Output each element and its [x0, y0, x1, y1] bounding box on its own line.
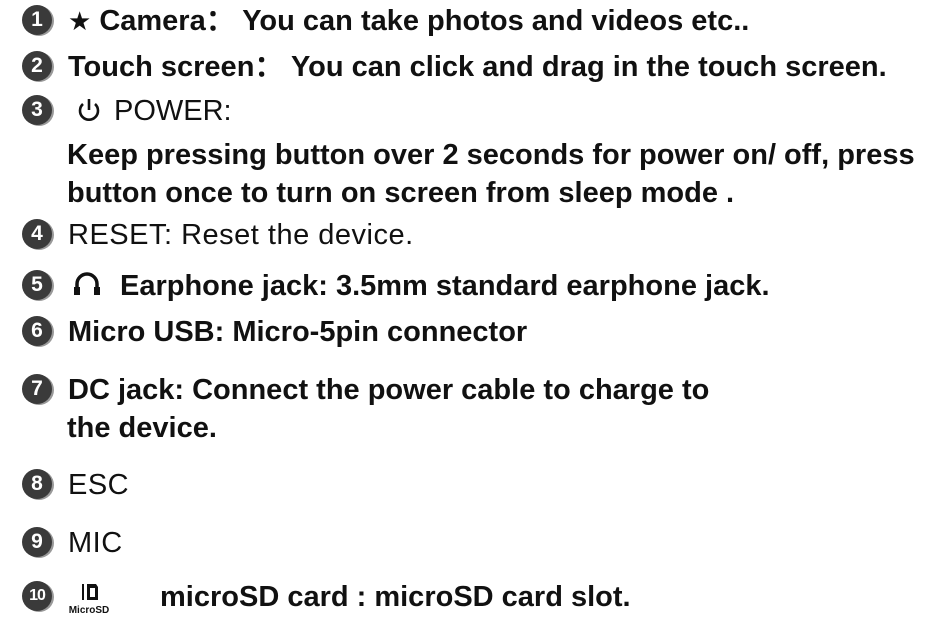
- item-number: 2: [22, 51, 52, 81]
- power-detail-line-2: button once to turn on screen from sleep…: [67, 177, 735, 209]
- item-number: 5: [22, 270, 52, 300]
- dc-jack-description: DC jack: Connect the power cable to char…: [68, 374, 710, 406]
- dc-jack-description-line-2: the device.: [67, 412, 217, 444]
- manual-page: { "items": [ {"num": "1", "text": "Camer…: [0, 0, 945, 625]
- power-heading: POWER:: [68, 94, 232, 128]
- list-item-dc-jack: 7 DC jack: Connect the power cable to ch…: [22, 373, 945, 447]
- reset-description: RESET: Reset the device.: [68, 219, 414, 251]
- list-item-power: 3 POWER: Keep pressing button over 2 sec…: [22, 94, 945, 209]
- earphone-description: Earphone jack: 3.5mm standard earphone j…: [68, 269, 770, 303]
- power-detail-line-1: Keep pressing button over 2 seconds for …: [67, 139, 915, 171]
- power-icon: [78, 99, 100, 121]
- mic-label: MIC: [68, 527, 123, 559]
- microsd-icon: MicroSD: [69, 584, 110, 616]
- svg-text:MicroSD: MicroSD: [69, 605, 110, 616]
- headphone-icon: [74, 272, 100, 295]
- camera-description: ★ Camera： You can take photos and videos …: [68, 5, 750, 37]
- microsd-description: microSD card : microSD card slot.: [160, 581, 631, 613]
- item-number: 1: [22, 5, 52, 35]
- star-icon: ★: [68, 6, 92, 36]
- esc-label: ESC: [68, 469, 130, 501]
- item-number: 9: [22, 527, 52, 557]
- item-number: 4: [22, 219, 52, 249]
- item-number: 7: [22, 374, 52, 404]
- micro-usb-description: Micro USB: Micro-5pin connector: [68, 316, 528, 348]
- item-number: 6: [22, 316, 52, 346]
- item-number: 10: [22, 581, 52, 611]
- touch-screen-description: Touch screen： You can click and drag in …: [68, 51, 887, 83]
- item-number: 8: [22, 469, 52, 499]
- item-number: 3: [22, 95, 52, 125]
